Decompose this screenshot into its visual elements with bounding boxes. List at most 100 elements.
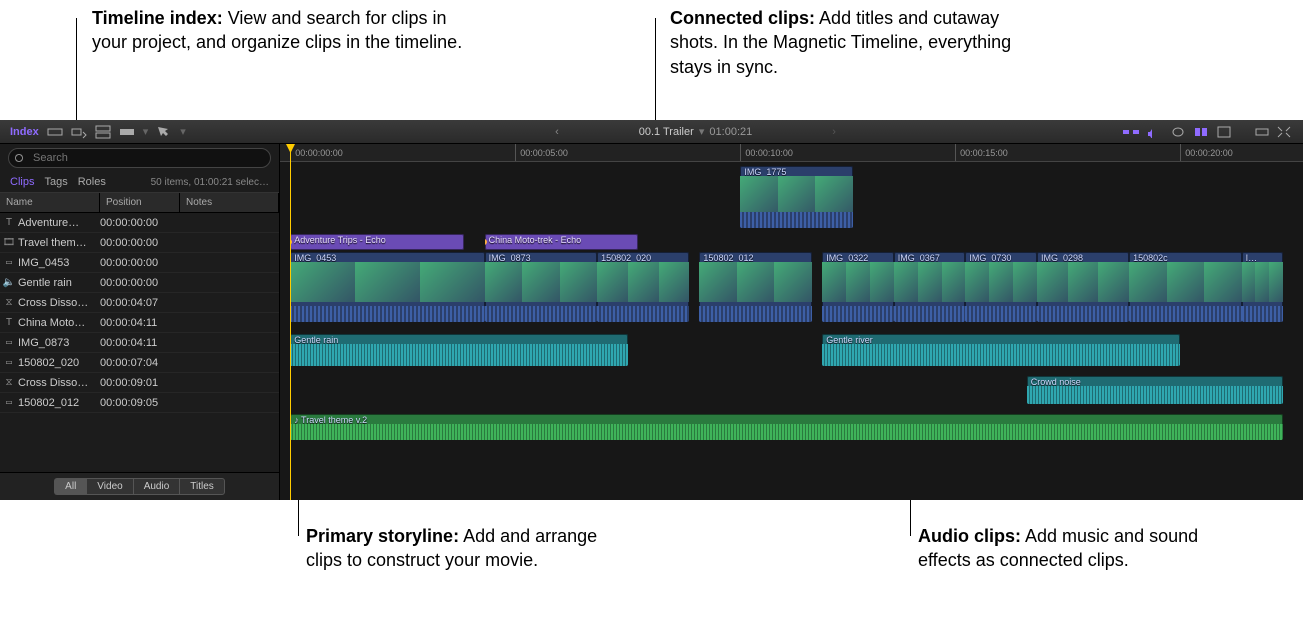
primary-clip[interactable]: IMG_0730 bbox=[965, 252, 1037, 322]
row-type-icon: T bbox=[0, 217, 18, 228]
filter-all[interactable]: All bbox=[54, 478, 86, 495]
index-column-header: Name Position Notes bbox=[0, 193, 279, 213]
row-position: 00:00:07:04 bbox=[100, 357, 180, 369]
row-position: 00:00:00:00 bbox=[100, 237, 180, 249]
ruler-tick: 00:00:00:00 bbox=[290, 144, 343, 161]
ruler-tick: 00:00:20:00 bbox=[1180, 144, 1233, 161]
nav-next-icon[interactable]: › bbox=[832, 126, 836, 138]
nav-prev-icon[interactable]: ‹ bbox=[555, 126, 559, 138]
timeline-index-panel: Clips Tags Roles 50 items, 01:00:21 sele… bbox=[0, 144, 280, 500]
row-name: Travel them… bbox=[18, 237, 100, 249]
row-type-icon: ▭ bbox=[0, 397, 18, 408]
index-row[interactable]: ▭150802_02000:00:07:04 bbox=[0, 353, 279, 373]
skimming-icon[interactable] bbox=[1123, 126, 1139, 138]
row-position: 00:00:00:00 bbox=[100, 257, 180, 269]
lane-audio2: Crowd noise bbox=[280, 376, 1303, 404]
append-icon[interactable] bbox=[71, 125, 87, 139]
audio1-clip[interactable]: Gentle river bbox=[822, 334, 1180, 366]
index-row[interactable]: 🔈Gentle rain00:00:00:00 bbox=[0, 273, 279, 293]
row-type-icon: ▭ bbox=[0, 257, 18, 268]
index-row[interactable]: ⧖Cross Disso…00:00:04:07 bbox=[0, 293, 279, 313]
column-position[interactable]: Position bbox=[100, 193, 180, 212]
primary-clip[interactable]: I… bbox=[1242, 252, 1283, 322]
index-row[interactable]: TChina Moto…00:00:04:11 bbox=[0, 313, 279, 333]
row-name: Adventure… bbox=[18, 217, 100, 229]
index-row[interactable]: TAdventure…00:00:00:00 bbox=[0, 213, 279, 233]
callout-line bbox=[76, 18, 77, 134]
insert-icon[interactable] bbox=[47, 125, 63, 139]
annotation-primary-storyline: Primary storyline: Add and arrange clips… bbox=[306, 524, 626, 573]
titles-clip[interactable]: Adventure Trips - Echo bbox=[290, 234, 464, 250]
timeline-toolbar: Index ▾ ▾ ‹ 00.1 Trailer ▾ 01:00:21 › bbox=[0, 120, 1303, 144]
index-row[interactable]: ▭IMG_087300:00:04:11 bbox=[0, 333, 279, 353]
primary-clip[interactable]: IMG_0453 bbox=[290, 252, 484, 322]
primary-clip[interactable]: 150802_012 bbox=[699, 252, 812, 322]
snapping-icon[interactable] bbox=[1193, 126, 1209, 138]
project-menu-caret[interactable]: ▾ bbox=[699, 126, 705, 138]
index-button[interactable]: Index bbox=[10, 126, 39, 138]
audio-skimming-icon[interactable] bbox=[1147, 126, 1163, 138]
row-name: Cross Disso… bbox=[18, 297, 100, 309]
clip-appearance-icon[interactable] bbox=[1217, 126, 1231, 138]
lane-connected_video: IMG_1775 bbox=[280, 166, 1303, 228]
lane-titles: Adventure Trips - Echo China Moto-trek - … bbox=[280, 234, 1303, 250]
search-input[interactable] bbox=[8, 148, 271, 168]
row-name: Gentle rain bbox=[18, 277, 100, 289]
index-row[interactable]: ▭IMG_045300:00:00:00 bbox=[0, 253, 279, 273]
row-name: 150802_012 bbox=[18, 397, 100, 409]
row-type-icon: ⧖ bbox=[0, 377, 18, 388]
filter-audio[interactable]: Audio bbox=[133, 478, 180, 495]
row-name: IMG_0873 bbox=[18, 337, 100, 349]
project-title[interactable]: 00.1 Trailer bbox=[639, 126, 694, 138]
connected_video-clip[interactable]: IMG_1775 bbox=[740, 166, 853, 228]
audio2-clip[interactable]: Crowd noise bbox=[1027, 376, 1283, 404]
annotation-timeline-index: Timeline index: View and search for clip… bbox=[92, 6, 472, 55]
select-tool-icon[interactable] bbox=[156, 125, 172, 139]
primary-clip[interactable]: IMG_0322 bbox=[822, 252, 894, 322]
primary-clip[interactable]: 150802_020 bbox=[597, 252, 689, 322]
index-summary: 50 items, 01:00:21 selec… bbox=[151, 177, 269, 188]
primary-clip[interactable]: 150802c bbox=[1129, 252, 1242, 322]
row-position: 00:00:04:11 bbox=[100, 317, 180, 329]
timeline-area[interactable]: 00:00:00:0000:00:05:0000:00:10:0000:00:1… bbox=[280, 144, 1303, 500]
index-row[interactable]: ⧖Cross Disso…00:00:09:01 bbox=[0, 373, 279, 393]
clip-label: Adventure Trips - Echo bbox=[294, 235, 386, 245]
full-screen-icon[interactable] bbox=[1277, 126, 1291, 138]
filter-titles[interactable]: Titles bbox=[179, 478, 225, 495]
audio1-clip[interactable]: Gentle rain bbox=[290, 334, 628, 366]
lane-music: ♪ Travel theme v.2 bbox=[280, 414, 1303, 440]
row-position: 00:00:09:01 bbox=[100, 377, 180, 389]
primary-clip[interactable]: IMG_0367 bbox=[894, 252, 966, 322]
index-row[interactable]: 🎞Travel them…00:00:00:00 bbox=[0, 233, 279, 253]
row-name: China Moto… bbox=[18, 317, 100, 329]
tab-roles[interactable]: Roles bbox=[78, 176, 106, 188]
primary-clip[interactable]: IMG_0873 bbox=[485, 252, 598, 322]
titles-clip[interactable]: China Moto-trek - Echo bbox=[485, 234, 638, 250]
tab-tags[interactable]: Tags bbox=[44, 176, 67, 188]
column-notes[interactable]: Notes bbox=[180, 193, 279, 212]
index-row[interactable]: ▭150802_01200:00:09:05 bbox=[0, 393, 279, 413]
playhead[interactable] bbox=[290, 144, 291, 500]
tab-clips[interactable]: Clips bbox=[10, 176, 34, 188]
ruler-tick: 00:00:10:00 bbox=[740, 144, 793, 161]
zoom-fit-icon[interactable] bbox=[1255, 126, 1269, 138]
row-name: Cross Disso… bbox=[18, 377, 100, 389]
row-name: IMG_0453 bbox=[18, 257, 100, 269]
column-name[interactable]: Name bbox=[0, 193, 100, 212]
annotation-connected-clips: Connected clips: Add titles and cutaway … bbox=[670, 6, 1050, 79]
connect-icon[interactable] bbox=[95, 125, 111, 139]
row-type-icon: ⧖ bbox=[0, 297, 18, 308]
filter-video[interactable]: Video bbox=[86, 478, 132, 495]
row-position: 00:00:09:05 bbox=[100, 397, 180, 409]
music-clip[interactable]: ♪ Travel theme v.2 bbox=[290, 414, 1282, 440]
row-type-icon: 🔈 bbox=[0, 277, 18, 288]
solo-icon[interactable] bbox=[1171, 126, 1185, 138]
time-ruler[interactable]: 00:00:00:0000:00:05:0000:00:10:0000:00:1… bbox=[280, 144, 1303, 162]
lane-audio1: Gentle rain Gentle river bbox=[280, 334, 1303, 366]
project-timecode: 01:00:21 bbox=[709, 126, 752, 138]
row-position: 00:00:00:00 bbox=[100, 277, 180, 289]
primary-clip[interactable]: IMG_0298 bbox=[1037, 252, 1129, 322]
timeline-window: Index ▾ ▾ ‹ 00.1 Trailer ▾ 01:00:21 › bbox=[0, 120, 1303, 500]
overwrite-icon[interactable] bbox=[119, 125, 135, 139]
row-type-icon: ▭ bbox=[0, 357, 18, 368]
